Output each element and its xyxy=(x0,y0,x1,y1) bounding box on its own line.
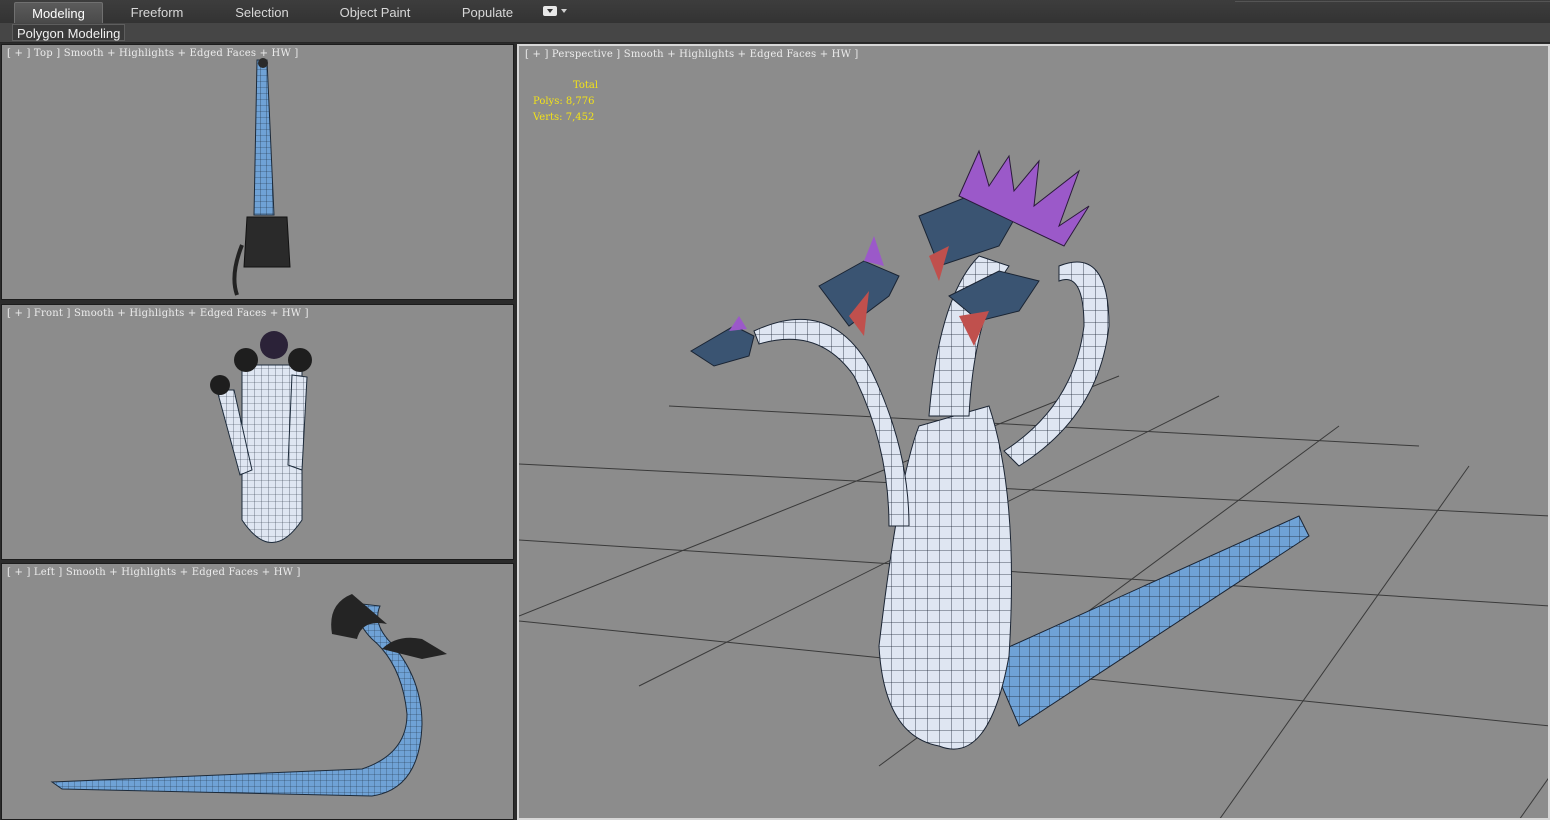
hydra-head-3-front xyxy=(260,331,288,359)
hydra-tail-top xyxy=(253,59,275,216)
hydra-head-4-front xyxy=(288,348,312,372)
hydra-crest-small-2 xyxy=(864,236,884,266)
hydra-top-view xyxy=(232,58,291,296)
ribbon-toggle-icon xyxy=(543,6,557,16)
hydra-front-view xyxy=(210,331,312,543)
polygon-modeling-panel-button[interactable]: Polygon Modeling xyxy=(12,24,126,41)
viewport-perspective[interactable]: [ + ] Perspective ] Smooth + Highlights … xyxy=(517,44,1550,820)
tab-selection[interactable]: Selection xyxy=(222,2,302,23)
hydra-tail-tip-top xyxy=(258,58,268,68)
hydra-tail xyxy=(988,515,1310,727)
ribbon-tab-bar: Modeling Freeform Selection Object Paint… xyxy=(0,0,1550,24)
hydra-crest-small-1 xyxy=(729,316,747,331)
ribbon-panel-bar: Polygon Modeling xyxy=(0,23,1550,43)
viewport-front[interactable]: [ + ] Front ] Smooth + Highlights + Edge… xyxy=(1,304,514,560)
tab-freeform[interactable]: Freeform xyxy=(117,2,197,23)
tab-modeling[interactable]: Modeling xyxy=(14,2,103,23)
chevron-down-icon xyxy=(561,9,567,13)
hydra-head-1-front xyxy=(210,375,230,395)
tab-object-paint[interactable]: Object Paint xyxy=(330,2,420,23)
ribbon-divider xyxy=(1235,1,1550,2)
hydra-left-view xyxy=(50,594,447,797)
hydra-neck-1 xyxy=(753,318,910,527)
perspective-scene xyxy=(519,149,1548,818)
tab-populate[interactable]: Populate xyxy=(450,2,525,23)
hydra-head-1 xyxy=(690,325,755,367)
hydra-neck-top xyxy=(232,244,244,296)
hydra-head-2-front xyxy=(234,348,258,372)
viewport-top[interactable]: [ + ] Top ] Smooth + Highlights + Edged … xyxy=(1,44,514,300)
hydra-body-left xyxy=(50,603,423,797)
ribbon-options-icon[interactable] xyxy=(543,6,567,18)
hydra-heads-top xyxy=(243,216,291,268)
viewport-left[interactable]: [ + ] Left ] Smooth + Highlights + Edged… xyxy=(1,563,514,820)
